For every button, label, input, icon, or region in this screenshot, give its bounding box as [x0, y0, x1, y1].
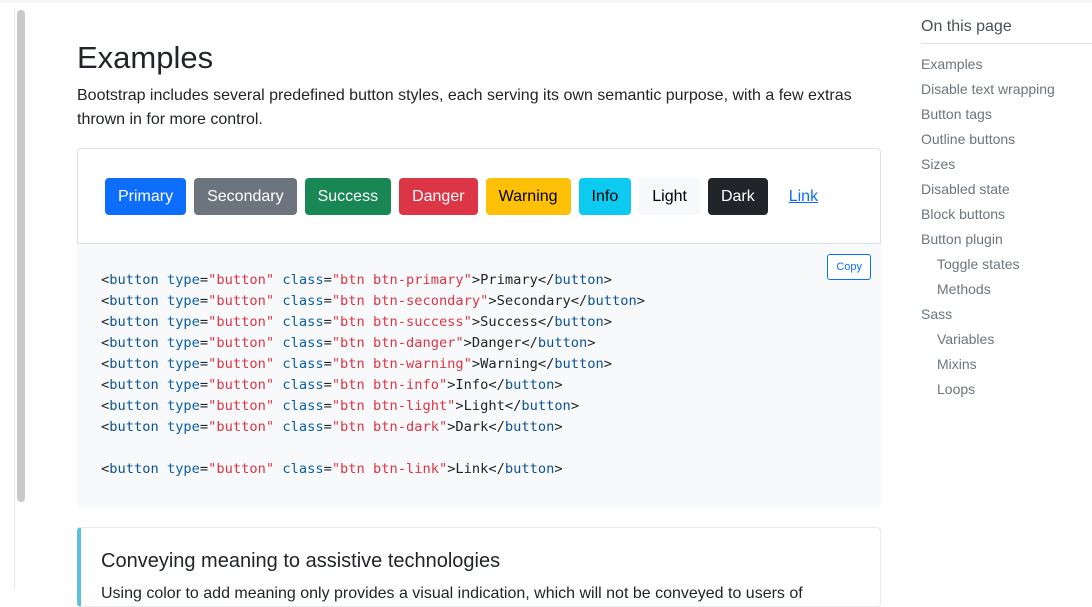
button-row: Primary Secondary Success Danger Warning Info…: [105, 178, 831, 215]
code-line: <button type="button" class="btn btn-pri…: [101, 272, 613, 288]
page-title: Examples: [77, 40, 214, 75]
toc-item-mixins[interactable]: Mixins: [921, 354, 1055, 379]
toc-item-loops[interactable]: Loops: [921, 379, 1055, 404]
info-button[interactable]: Info: [578, 178, 632, 215]
code-line: <button type="button" class="btn btn-war…: [101, 356, 613, 372]
code-block: <button type="button" class="btn btn-pri…: [101, 270, 645, 480]
primary-button[interactable]: Primary: [105, 178, 187, 215]
toc-item-block-buttons[interactable]: Block buttons: [921, 204, 1055, 229]
toc-item-methods[interactable]: Methods: [921, 279, 1055, 304]
example-preview: Primary Secondary Success Danger Warning Info…: [77, 148, 881, 244]
page-lead: Bootstrap includes several predefined bu…: [77, 87, 852, 128]
toc-item-toggle-states[interactable]: Toggle states: [921, 254, 1055, 279]
code-line: <button type="button" class="btn btn-dan…: [101, 335, 596, 351]
code-line: <button type="button" class="btn btn-inf…: [101, 377, 563, 393]
toc-item-button-tags[interactable]: Button tags: [921, 104, 1055, 129]
toc-item-disabled-state[interactable]: Disabled state: [921, 179, 1055, 204]
toc-item-button-plugin[interactable]: Button plugin: [921, 229, 1055, 254]
warning-button[interactable]: Warning: [485, 178, 571, 215]
toc-item-sass[interactable]: Sass: [921, 304, 1055, 329]
code-line: <button type="button" class="btn btn-lin…: [101, 461, 563, 477]
code-line: <button type="button" class="btn btn-sec…: [101, 293, 645, 309]
toc-item-variables[interactable]: Variables: [921, 329, 1055, 354]
callout-text: Using color to add meaning only provides…: [101, 585, 803, 602]
callout-info: Conveying meaning to assistive technolog…: [77, 527, 881, 607]
toc-item-disable-text-wrapping[interactable]: Disable text wrapping: [921, 79, 1055, 104]
secondary-button[interactable]: Secondary: [194, 178, 297, 215]
copy-button[interactable]: Copy: [827, 254, 871, 280]
code-line: <button type="button" class="btn btn-lig…: [101, 398, 580, 414]
scrollbar-thumb[interactable]: [17, 10, 25, 502]
code-line: <button type="button" class="btn btn-dar…: [101, 419, 563, 435]
code-snippet: Copy <button type="button" class="btn bt…: [77, 244, 881, 507]
toc-item-examples[interactable]: Examples: [921, 54, 1055, 79]
toc-item-outline-buttons[interactable]: Outline buttons: [921, 129, 1055, 154]
callout-title: Conveying meaning to assistive technolog…: [101, 550, 501, 572]
code-line: <button type="button" class="btn btn-suc…: [101, 314, 613, 330]
toc-divider: [921, 43, 1092, 44]
toc-item-sizes[interactable]: Sizes: [921, 154, 1055, 179]
toc-heading: On this page: [921, 18, 1012, 35]
dark-button[interactable]: Dark: [707, 178, 768, 215]
success-button[interactable]: Success: [304, 178, 392, 215]
link-button[interactable]: Link: [776, 178, 831, 215]
top-border: [0, 0, 1092, 3]
toc-list: Examples Disable text wrapping Button tags…: [921, 54, 1055, 404]
danger-button[interactable]: Danger: [399, 178, 478, 215]
light-button[interactable]: Light: [639, 178, 700, 215]
